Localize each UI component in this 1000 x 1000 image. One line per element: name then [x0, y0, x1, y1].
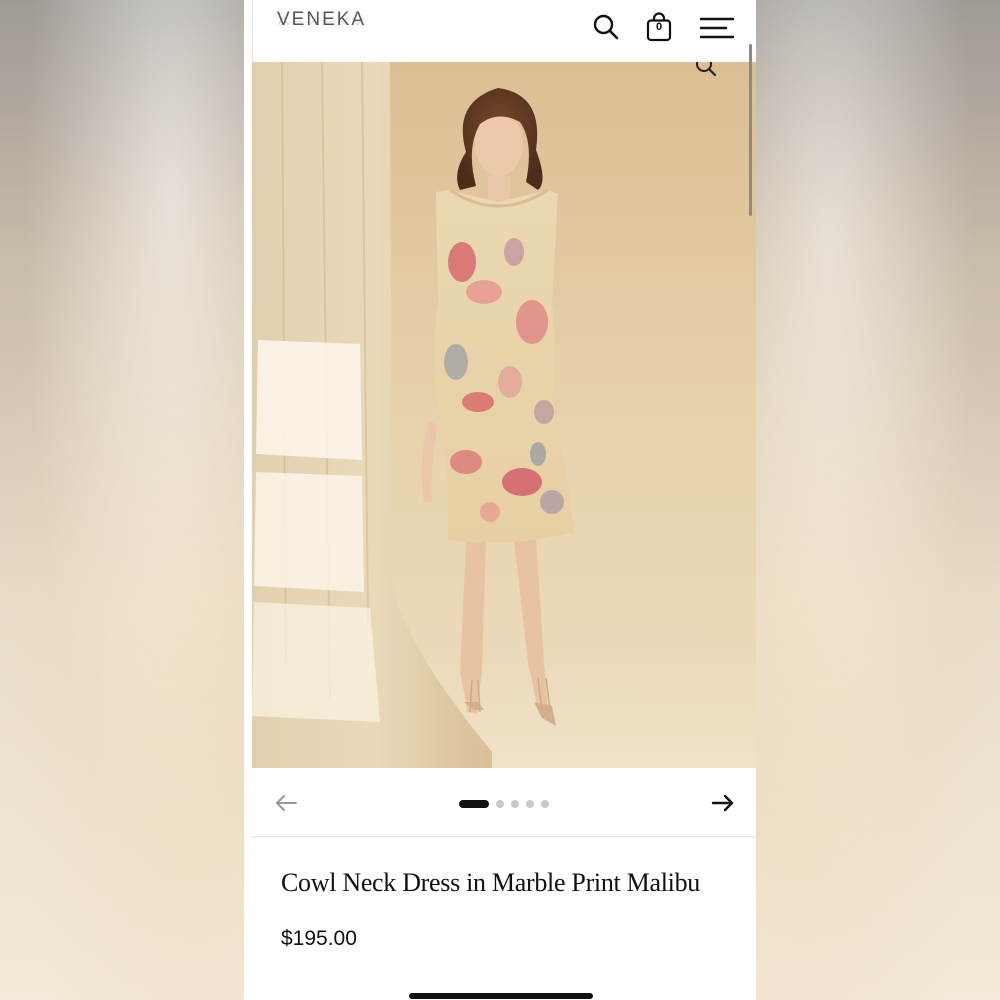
- background-left: [0, 0, 244, 1000]
- carousel-dot-1[interactable]: [459, 800, 489, 808]
- background-right: [756, 0, 1000, 1000]
- phone-screen: VENEKA VENEKA 0 Cowl Neck Dress in Marbl…: [244, 0, 756, 1000]
- carousel-dot-2[interactable]: [496, 800, 504, 808]
- site-header: VENEKA VENEKA 0: [244, 0, 756, 62]
- next-image-button[interactable]: [710, 792, 736, 814]
- carousel-dots: [459, 800, 549, 808]
- gallery-navigation: [252, 770, 756, 836]
- carousel-dot-5[interactable]: [541, 800, 549, 808]
- previous-image-button[interactable]: [273, 792, 299, 814]
- product-title: Cowl Neck Dress in Marble Print Malibu: [281, 868, 700, 897]
- menu-icon[interactable]: [699, 12, 735, 42]
- carousel-dot-3[interactable]: [511, 800, 519, 808]
- carousel-dot-4[interactable]: [526, 800, 534, 808]
- arrow-left-icon: [276, 795, 297, 811]
- shopping-bag-button[interactable]: 0: [644, 12, 674, 42]
- product-image[interactable]: [252, 62, 756, 768]
- section-divider: [252, 836, 756, 837]
- zoom-icon[interactable]: [694, 62, 718, 78]
- arrow-right-icon: [711, 794, 734, 812]
- brand-logo[interactable]: VENEKA: [277, 9, 366, 31]
- search-icon[interactable]: [591, 12, 621, 42]
- home-indicator[interactable]: [409, 993, 593, 999]
- header-divider: [252, 0, 253, 62]
- product-photo-illustration: [252, 62, 756, 768]
- product-price: $195.00: [281, 927, 357, 950]
- cart-count-badge: 0: [655, 21, 663, 33]
- scrollbar[interactable]: [749, 44, 752, 216]
